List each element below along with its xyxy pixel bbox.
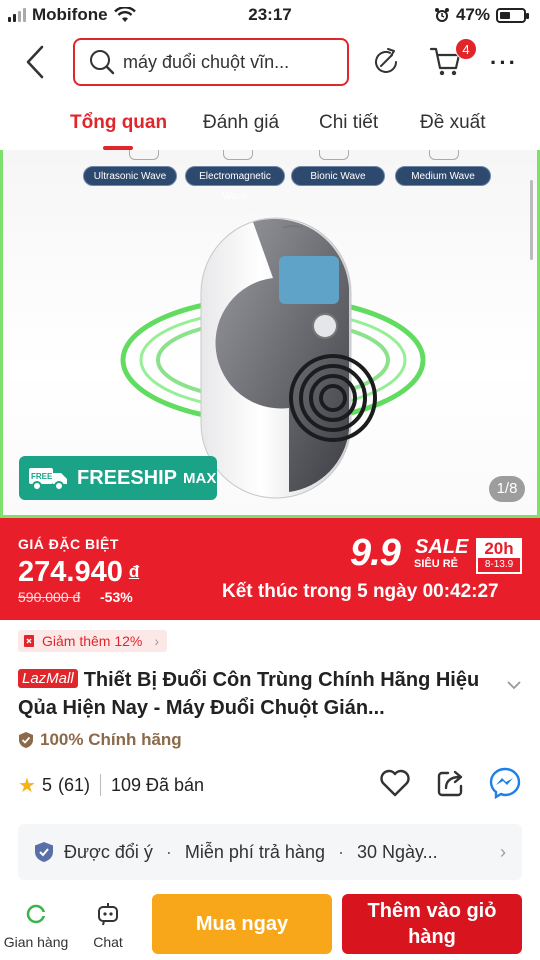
back-button[interactable]	[18, 42, 52, 82]
sale-countdown: Kết thúc trong 5 ngày 00:42:27	[222, 581, 499, 602]
freeship-max-label: MAX	[183, 469, 217, 487]
star-icon: ★	[18, 774, 36, 797]
sale-word: SALE	[415, 536, 469, 558]
voucher-icon	[24, 635, 34, 647]
authentic-label: 100% Chính hãng	[40, 730, 182, 749]
header: máy đuổi chuột vĩn... 4 ···	[0, 30, 540, 94]
add-to-cart-button[interactable]: Thêm vào giỏ hàng	[342, 894, 522, 954]
share-icon	[375, 48, 397, 73]
policy-item-return-days: 30 Ngày...	[356, 841, 438, 862]
sale-event-logo: 9.9	[350, 532, 401, 574]
freeship-tag: FREE	[31, 472, 53, 481]
sale-subtitle: SIÊU RẺ	[414, 558, 459, 570]
scrollbar[interactable]	[530, 180, 533, 260]
flash-sale-price-banner: GIÁ ĐẶC BIỆT 274.940 đ 590.000 đ -53% 9.9…	[0, 518, 540, 620]
product-title-block: LazMall Thiết Bị Đuổi Côn Trùng Chính Hãn…	[18, 666, 488, 722]
original-price: 590.000 đ	[18, 589, 81, 605]
store-logo-icon	[26, 904, 46, 924]
product-title: Thiết Bị Đuổi Côn Trùng Chính Hãng Hiệu …	[18, 669, 480, 719]
policy-item-change-mind: Được đổi ý	[64, 841, 153, 862]
rating-summary[interactable]: ★ 5 (61)	[18, 773, 90, 798]
divider	[99, 774, 101, 796]
sale-time-box: 20h 8-13.9	[476, 538, 522, 574]
store-button[interactable]: Gian hàng	[0, 900, 72, 950]
chat-button[interactable]: Chat	[72, 900, 144, 950]
tab-recommendations[interactable]: Đề xuất	[420, 112, 485, 134]
chevron-right-icon: ›	[500, 842, 506, 862]
battery-percent: 47%	[455, 5, 490, 24]
share-button[interactable]	[370, 46, 402, 78]
wave-icon	[223, 150, 253, 160]
tab-details[interactable]: Chi tiết	[319, 112, 378, 134]
status-bar: Mobifone 23:17 47%	[0, 0, 540, 30]
freeship-max-badge: FREE FREESHIP MAX	[19, 456, 217, 500]
current-price: 274.940 đ	[18, 556, 139, 589]
voucher-label: Giảm thêm 12%	[42, 633, 143, 649]
section-tabs: Tổng quan Đánh giá Chi tiết Đề xuất	[0, 94, 540, 150]
search-icon	[90, 50, 115, 75]
wave-icon	[319, 150, 349, 160]
battery-icon	[496, 7, 529, 23]
rating-value: 5	[41, 774, 52, 795]
share-product-icon[interactable]	[434, 766, 468, 800]
tab-reviews[interactable]: Đánh giá	[203, 112, 279, 134]
lazmall-badge: LazMall	[18, 669, 78, 688]
tab-overview[interactable]: Tổng quan	[70, 112, 167, 134]
chevron-right-icon: ›	[154, 633, 160, 649]
status-right: 47%	[434, 5, 529, 25]
wave-chip-medium: Medium Wave	[395, 166, 491, 186]
sold-count: 109 Đã bán	[110, 774, 205, 795]
search-query: máy đuổi chuột vĩn...	[123, 51, 290, 72]
chat-bot-icon	[98, 903, 118, 926]
currency-symbol: đ	[128, 562, 140, 581]
policy-separator: ·	[337, 841, 344, 862]
shield-check-icon	[19, 732, 33, 748]
more-button[interactable]: ···	[490, 52, 518, 74]
wave-icon	[429, 150, 459, 160]
extra-discount-voucher[interactable]: Giảm thêm 12% ›	[18, 630, 168, 652]
policy-item-free-return: Miễn phí trả hàng	[184, 841, 325, 862]
buy-now-button[interactable]: Mua ngay	[152, 894, 332, 954]
policy-separator: ·	[165, 841, 172, 862]
return-policy-row[interactable]: Được đổi ý · Miễn phí trả hàng · 30 Ngày…	[18, 824, 522, 880]
delivery-truck-icon: FREE	[29, 468, 67, 491]
bottom-action-bar: Gian hàng Chat Mua ngay Thêm vào giỏ hàn…	[0, 888, 540, 960]
battery-fill	[500, 11, 511, 19]
sale-dates: 8-13.9	[478, 558, 520, 572]
discount-percent: -53%	[100, 589, 133, 605]
chevron-down-icon[interactable]	[506, 680, 522, 690]
back-icon	[26, 45, 44, 79]
store-label: Gian hàng	[3, 934, 69, 950]
wave-chip-bionic: Bionic Wave	[291, 166, 385, 186]
image-page-indicator: 1/8	[489, 476, 525, 502]
search-input[interactable]: máy đuổi chuột vĩn...	[73, 38, 349, 86]
product-image-carousel[interactable]: Ultrasonic Wave Electromagnetic Wave Bio…	[0, 150, 540, 518]
freeship-label: FREESHIP	[77, 466, 178, 489]
authentic-guarantee: 100% Chính hãng	[18, 730, 182, 750]
heart-icon[interactable]	[378, 766, 412, 800]
special-price-label: GIÁ ĐẶC BIỆT	[18, 536, 119, 552]
current-price-value: 274.940	[18, 556, 123, 588]
chat-label: Chat	[93, 934, 123, 950]
sale-hours: 20h	[484, 539, 514, 558]
wave-icon	[129, 150, 159, 160]
more-icon: ···	[490, 50, 518, 75]
cart-count-badge: 4	[455, 38, 477, 60]
rating-count: (61)	[57, 774, 90, 795]
wave-chip-ultrasonic: Ultrasonic Wave	[83, 166, 177, 186]
messenger-icon[interactable]	[488, 766, 522, 800]
shield-check-icon	[35, 842, 53, 862]
wave-chip-electromagnetic: Electromagnetic Wave	[185, 166, 285, 202]
alarm-icon	[434, 8, 449, 22]
